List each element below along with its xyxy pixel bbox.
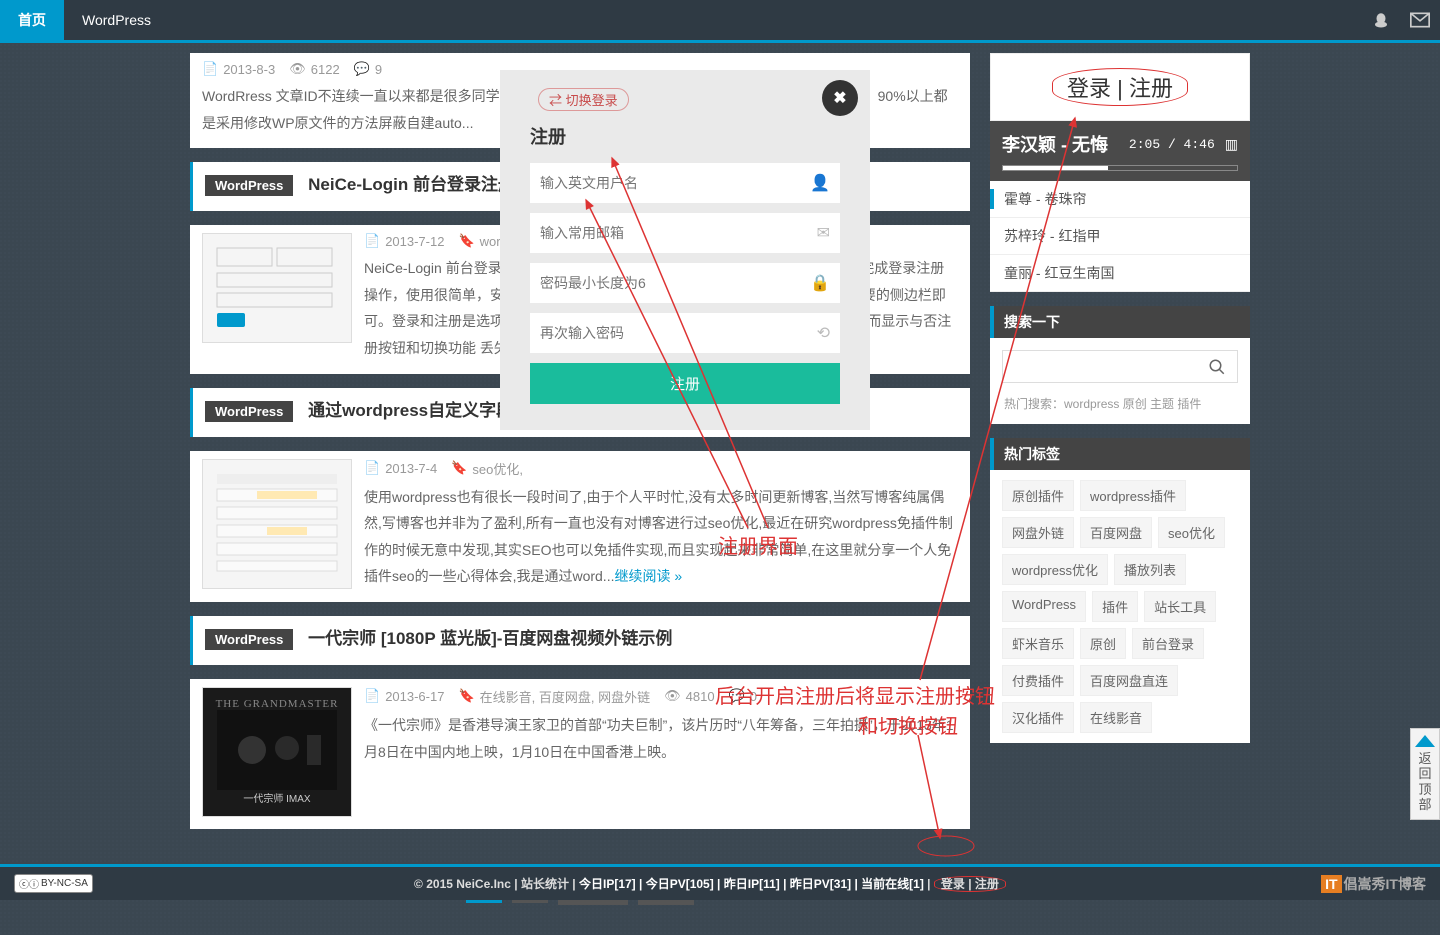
category-badge[interactable]: WordPress [205,629,293,650]
post-card: WordPress 一代宗师 [1080P 蓝光版]-百度网盘视频外链示例 [190,616,970,665]
tags-widget: 热门标签 原创插件wordpress插件网盘外链百度网盘seo优化wordpre… [990,438,1250,743]
tag-item[interactable]: 站长工具 [1144,591,1216,622]
username-input[interactable] [540,175,810,191]
switch-login-link[interactable]: ⇄ 切换登录 [538,88,629,111]
post-date: 📄 2013-7-12 [364,233,444,249]
footer-logo[interactable]: IT倡嵩秀IT博客 [1321,874,1426,894]
top-nav: 首页 WordPress [0,0,1440,40]
qq-icon[interactable] [1362,0,1400,40]
tag-item[interactable]: 在线影音 [1080,702,1152,733]
back-to-top[interactable]: 返回顶部 [1410,728,1440,820]
progress-bar[interactable] [1002,165,1238,171]
tag-item[interactable]: 虾米音乐 [1002,628,1074,659]
player-time: 2:05 / 4:46 [1129,137,1215,152]
post-card-body: 📄 2013-7-4 🔖 seo优化, 使用wordpress也有很长一段时间了… [190,451,970,602]
footer-login-link[interactable]: 登录 | 注册 [934,876,1006,892]
tag-item[interactable]: 原创 [1080,628,1126,659]
search-heading: 搜索一下 [990,306,1250,338]
track-list: 霍尊 - 卷珠帘 苏梓玲 - 红指甲 童丽 - 红豆生南国 [990,181,1250,292]
read-more-link[interactable]: 继续阅读 » [614,568,682,584]
track-item[interactable]: 霍尊 - 卷珠帘 [990,181,1250,218]
footer-stats: 今日IP[17] | 今日PV[105] | 昨日IP[11] | 昨日PV[3… [579,877,924,891]
mail-icon: ✉ [817,223,830,243]
post-title[interactable]: 一代宗师 [1080P 蓝光版]-百度网盘视频外链示例 [308,629,672,648]
tag-item[interactable]: seo优化 [1158,517,1225,548]
submit-button[interactable]: 注册 [530,363,840,404]
search-button[interactable] [1197,351,1237,382]
hot-search: 热门搜索：wordpress 原创 主题 插件 [990,395,1250,424]
user-icon: 👤 [810,173,830,193]
modal-heading: 注册 [530,123,840,149]
repeat-icon: ⟲ [817,323,830,343]
login-register-link[interactable]: 登录 | 注册 [1052,68,1188,106]
tag-item[interactable]: 原创插件 [1002,480,1074,511]
tag-item[interactable]: wordpress优化 [1002,554,1108,585]
sidebar: 登录 | 注册 李汉颖 - 无悔 2:05 / 4:46 ▥ 霍尊 - 卷珠帘 … [990,53,1250,935]
now-playing-title: 李汉颖 - 无悔 [1002,131,1119,157]
post-thumbnail[interactable] [202,233,352,343]
email-input[interactable] [540,225,817,241]
hot-search-items[interactable]: wordpress 原创 主题 插件 [1064,397,1201,411]
tag-item[interactable]: 百度网盘直连 [1080,665,1178,696]
nav-wordpress[interactable]: WordPress [64,0,169,40]
tag-item[interactable]: WordPress [1002,591,1086,622]
password-input[interactable] [540,275,810,291]
post-date: 📄 2013-7-4 [364,460,437,476]
tag-item[interactable]: 百度网盘 [1080,517,1152,548]
post-thumbnail[interactable] [202,459,352,589]
search-widget: 搜索一下 热门搜索：wordpress 原创 主题 插件 [990,306,1250,424]
category-badge[interactable]: WordPress [205,175,293,196]
post-views: 👁 4810 [664,688,714,704]
cc-license-badge[interactable]: ⓒⓘ BY-NC-SA [14,874,93,893]
post-views: 👁 6122 [289,61,339,77]
tag-item[interactable]: 前台登录 [1132,628,1204,659]
tag-item[interactable]: 付费插件 [1002,665,1074,696]
post-date: 📄 2013-6-17 [364,688,444,704]
close-button[interactable]: ✖ [822,80,858,116]
post-card-body: THE GRANDMASTER 一代宗师 IMAX 📄 2013-6-17 🔖 … [190,679,970,829]
tag-item[interactable]: 网盘外链 [1002,517,1074,548]
search-input[interactable] [1003,351,1197,382]
post-date: 📄 2013-8-3 [202,61,275,77]
track-item[interactable]: 苏梓玲 - 红指甲 [990,218,1250,255]
category-badge[interactable]: WordPress [205,401,293,422]
post-comments: 💬 0 [729,688,757,704]
tag-item[interactable]: wordpress插件 [1080,480,1186,511]
footer-copyright: © 2015 NeiCe.Inc | 站长统计 | [414,877,579,891]
tags-heading: 热门标签 [990,438,1250,470]
post-tags: 🔖 seo优化, [451,459,523,478]
login-register-widget[interactable]: 登录 | 注册 [990,53,1250,121]
tag-item[interactable]: 插件 [1092,591,1138,622]
post-tags: 🔖 在线影音, 百度网盘, 网盘外链 [458,687,650,706]
mail-icon[interactable] [1400,0,1440,40]
tag-item[interactable]: 播放列表 [1114,554,1186,585]
register-modal: ✖ ⇄ 切换登录 注册 👤 ✉ 🔒 ⟲ 注册 [500,70,870,430]
nav-home[interactable]: 首页 [0,0,64,40]
track-item[interactable]: 童丽 - 红豆生南国 [990,255,1250,292]
password-confirm-input[interactable] [540,325,817,341]
playlist-icon[interactable]: ▥ [1225,136,1238,153]
post-comments: 💬 9 [354,61,382,77]
post-thumbnail[interactable]: THE GRANDMASTER 一代宗师 IMAX [202,687,352,817]
music-widget: 李汉颖 - 无悔 2:05 / 4:46 ▥ 霍尊 - 卷珠帘 苏梓玲 - 红指… [990,121,1250,292]
tag-item[interactable]: 汉化插件 [1002,702,1074,733]
footer: ⓒⓘ BY-NC-SA © 2015 NeiCe.Inc | 站长统计 | 今日… [0,864,1440,900]
lock-icon: 🔒 [810,273,830,293]
